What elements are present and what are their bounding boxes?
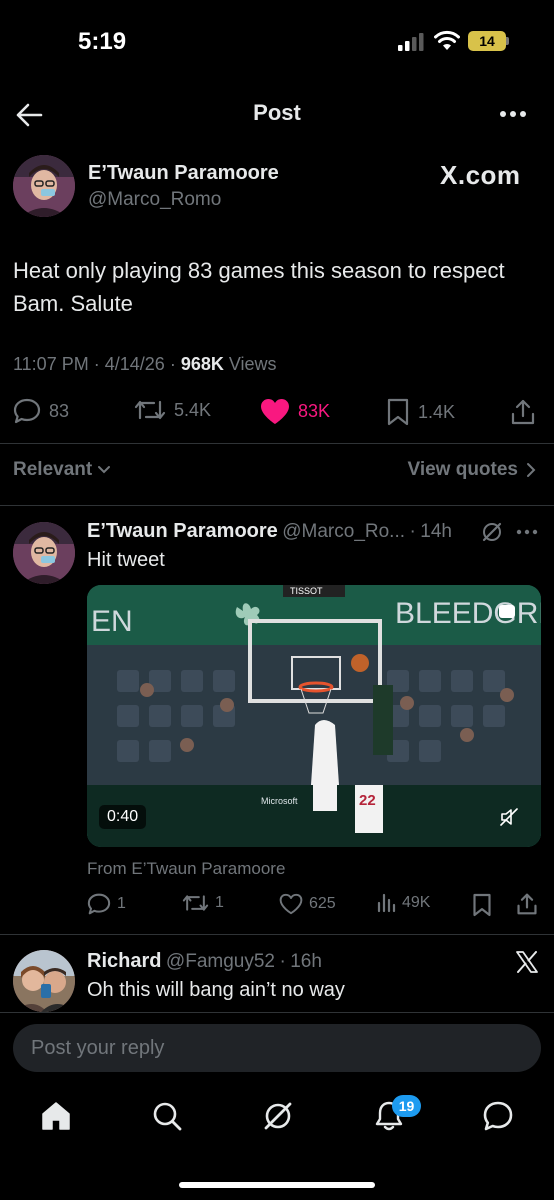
post-text: Heat only playing 83 games this season t…	[13, 258, 505, 316]
repost-action[interactable]: 1	[182, 893, 224, 913]
share-icon[interactable]	[510, 398, 536, 426]
reply-text: Oh this will bang ain’t no way	[87, 979, 345, 1001]
views-action[interactable]: 49K	[376, 893, 430, 913]
post-date: 4/14/26	[104, 354, 165, 374]
reply-action[interactable]: 1	[87, 893, 126, 915]
reply-action[interactable]: 83	[13, 398, 69, 424]
reply-header: E’Twaun Paramoore @Marco_Ro... · 14h	[87, 520, 452, 543]
reply-header: Richard @Famguy52 · 16h	[87, 950, 322, 973]
court-sponsor: Microsoft	[261, 796, 298, 806]
repost-icon	[182, 895, 209, 911]
search-icon[interactable]	[151, 1100, 183, 1132]
x-logo-icon	[516, 951, 538, 973]
sponsor-banner: TISSOT	[290, 586, 323, 596]
author-handle[interactable]: @Marco_Romo	[88, 189, 221, 211]
reply-count: 83	[49, 400, 70, 421]
divider	[0, 505, 554, 506]
home-icon[interactable]	[40, 1100, 72, 1132]
heart-filled-icon	[261, 399, 289, 424]
page-title: Post	[253, 100, 301, 125]
divider	[0, 1012, 554, 1013]
video-attribution[interactable]: From E’Twaun Paramoore	[87, 859, 285, 879]
repost-count: 5.4K	[174, 399, 212, 420]
post-meta: 11:07 PM · 4/14/26 · 968K Views	[13, 354, 277, 375]
reply-author-name[interactable]: Richard	[87, 950, 161, 972]
repost-icon	[134, 400, 166, 420]
video-frame: EN BLEEDGREEN TISSOT 22 Microsoft	[87, 585, 541, 847]
meta-separator: ·	[409, 521, 416, 542]
heart-icon	[279, 893, 303, 915]
bookmark-icon[interactable]	[472, 893, 492, 917]
like-count: 83K	[298, 401, 331, 421]
repost-action[interactable]: 5.4K	[134, 398, 211, 422]
views-count: 968K	[180, 354, 224, 374]
reply-age: 14h	[420, 521, 452, 542]
reply-age: 16h	[290, 951, 322, 972]
views-count: 49K	[402, 894, 431, 911]
meta-separator: ·	[279, 951, 286, 972]
views-label: Views	[228, 354, 277, 374]
more-options-icon[interactable]	[499, 110, 527, 118]
reply-icon	[87, 893, 111, 915]
meta-separator: ·	[93, 354, 105, 374]
reply-avatar[interactable]	[13, 522, 75, 584]
cellular-signal-icon	[398, 33, 424, 51]
more-options-icon[interactable]	[516, 529, 538, 535]
video-duration: 0:40	[99, 805, 147, 829]
view-quotes-label: View quotes	[407, 459, 518, 480]
reply-author-name[interactable]: E’Twaun Paramoore	[87, 520, 278, 542]
meta-separator: ·	[169, 354, 181, 374]
chevron-down-icon	[98, 466, 111, 474]
grok-icon[interactable]	[481, 521, 503, 543]
bookmark-count: 1.4K	[418, 401, 456, 422]
post-time: 11:07 PM	[13, 354, 89, 374]
reply-count: 1	[117, 895, 126, 912]
jersey-number: 22	[359, 792, 376, 809]
notifications-badge: 19	[392, 1095, 421, 1117]
status-time: 5:19	[78, 28, 127, 55]
battery-indicator: 14	[468, 31, 506, 51]
repost-count: 1	[215, 894, 224, 911]
divider	[0, 934, 554, 935]
battery-tip	[506, 37, 509, 45]
view-quotes-link[interactable]: View quotes	[407, 459, 536, 481]
share-icon[interactable]	[516, 892, 538, 916]
like-count: 625	[309, 895, 336, 912]
reply-input[interactable]: Post your reply	[13, 1024, 541, 1072]
reply-avatar[interactable]	[13, 950, 75, 1012]
reply-icon	[13, 398, 41, 424]
x-com-logo: X.com	[440, 160, 521, 190]
reply-text: Hit tweet	[87, 549, 165, 571]
like-action[interactable]: 83K	[260, 398, 330, 425]
sort-dropdown[interactable]: Relevant	[13, 459, 111, 481]
video-player[interactable]: EN BLEEDGREEN TISSOT 22 Microsoft 0:40	[87, 585, 541, 847]
svg-text:EN: EN	[91, 605, 133, 638]
author-avatar[interactable]	[13, 155, 75, 217]
sort-label: Relevant	[13, 459, 93, 480]
divider	[0, 443, 554, 444]
like-action[interactable]: 625	[279, 893, 336, 915]
bookmark-action[interactable]: 1.4K	[386, 398, 455, 426]
video-watermark: BLEEDGREEN	[395, 597, 541, 630]
grok-icon[interactable]	[262, 1100, 294, 1132]
author-name[interactable]: E’Twaun Paramoore	[88, 162, 279, 185]
wifi-icon	[434, 30, 460, 50]
chevron-right-icon	[527, 463, 536, 477]
analytics-icon	[377, 893, 396, 913]
mute-icon[interactable]	[499, 807, 519, 827]
home-indicator[interactable]	[179, 1182, 375, 1188]
bookmark-icon	[387, 398, 409, 426]
reply-author-handle[interactable]: @Marco_Ro...	[282, 521, 405, 542]
reply-author-handle[interactable]: @Famguy52	[166, 951, 275, 972]
messages-icon[interactable]	[482, 1100, 514, 1132]
